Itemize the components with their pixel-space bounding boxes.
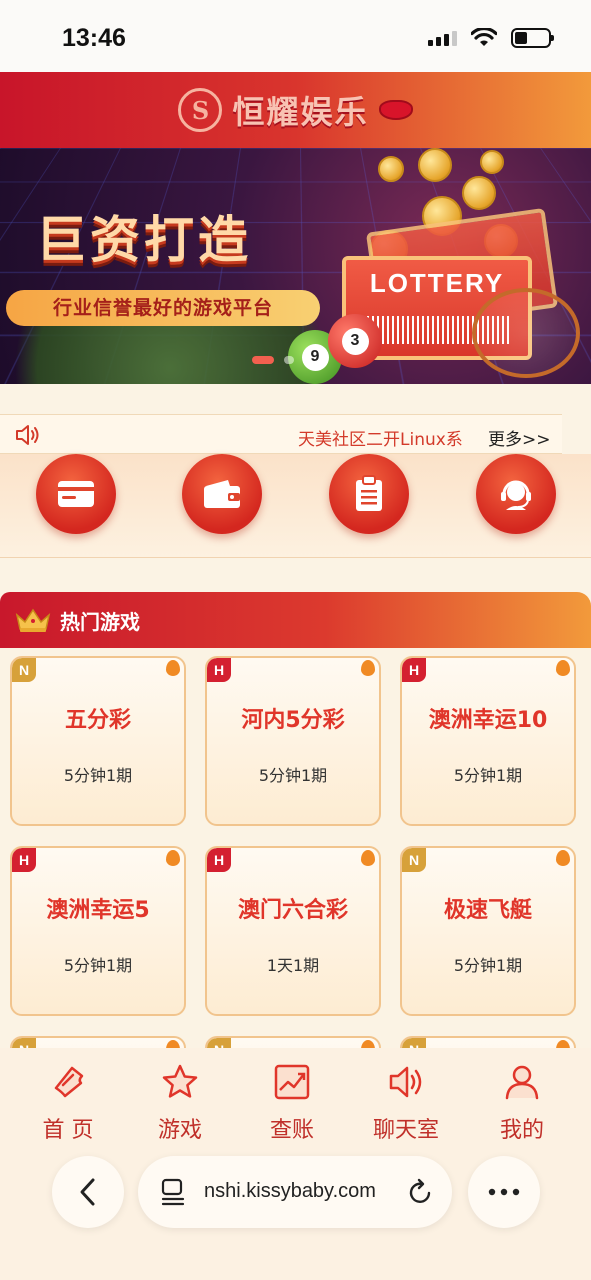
coin-icon [462,176,496,210]
hot-flame-icon [556,660,570,676]
game-name: 澳洲幸运5 [46,898,150,923]
game-card[interactable]: H 河内5分彩 5分钟1期 [205,656,381,826]
game-period: 5分钟1期 [258,766,328,785]
speaker-icon [16,425,39,445]
clipboard-icon [356,475,382,511]
wallet-icon [204,480,240,508]
notice-marquee[interactable]: 天美社区二开Linux系 更多>> [0,414,562,454]
star-icon [162,1064,198,1098]
cellular-signal-icon [428,30,457,46]
notice-more-link[interactable]: 更多>> [488,425,551,450]
notice-text: 天美社区二开Linux系 [298,430,462,450]
hot-badge: H [207,848,231,872]
nav-chatroom[interactable]: 聊天室 [356,1062,456,1144]
game-card[interactable]: N 五分彩 5分钟1期 [10,656,186,826]
url-text: nshi.kissybaby.com [204,1180,376,1202]
customer-service-button[interactable] [476,454,556,534]
browser-back-button[interactable] [52,1156,124,1228]
game-name: 澳门六合彩 [237,898,348,923]
nav-account[interactable]: 查账 [242,1062,342,1144]
game-card[interactable]: N 极速飞艇 5分钟1期 [400,846,576,1016]
page-icon [161,1178,185,1206]
hot-badge: H [402,658,426,682]
lottery-cage-icon [472,288,580,378]
hot-games-header: 热门游戏 [0,592,591,648]
hot-flame-icon [166,660,180,676]
chart-icon [274,1064,310,1100]
game-period: 5分钟1期 [63,766,133,785]
game-name: 河内5分彩 [241,708,345,733]
status-icons [428,28,554,48]
reload-icon[interactable] [408,1178,434,1206]
carousel-dots [252,356,294,364]
status-time: 13:46 [62,24,126,52]
ticket-icon [54,1066,84,1098]
game-name: 五分彩 [64,708,131,733]
coin-icon [418,148,452,182]
hot-flame-icon [361,660,375,676]
brand-name: 恒耀娱乐 [232,93,369,131]
game-name: 澳洲幸运10 [428,708,548,733]
nav-profile[interactable]: 我的 [472,1062,572,1144]
customer-service-icon [501,480,531,510]
nav-home[interactable]: 首 页 [18,1062,118,1144]
game-period: 5分钟1期 [453,956,523,975]
more-icon [488,1188,520,1196]
banner-title: 巨资打造 [36,211,252,269]
coin-icon [480,150,504,174]
card-icon [58,481,94,507]
s-coin-logo-icon: S [178,88,223,132]
quick-actions [0,454,591,558]
game-period: 5分钟1期 [453,766,523,785]
hot-flame-icon [556,850,570,866]
new-badge: N [12,658,36,682]
lottery-ball-icon: 3 [328,314,382,368]
records-button[interactable] [329,454,409,534]
hot-games-title: 热门游戏 [60,609,140,634]
app-header: S 恒耀娱乐 [0,72,591,148]
hot-badge: H [12,848,36,872]
speaker-icon [389,1066,422,1098]
game-grid: N 五分彩 5分钟1期 H 河内5分彩 5分钟1期 H 澳洲幸运10 5分钟1期… [0,648,591,1206]
deposit-button[interactable] [36,454,116,534]
new-badge: N [402,848,426,872]
hot-badge: H [207,658,231,682]
browser-address-bar[interactable]: nshi.kissybaby.com [138,1156,452,1228]
banner-subtitle: 行业信誉最好的游戏平台 [6,290,320,326]
game-period: 5分钟1期 [63,956,133,975]
status-bar: 13:46 [0,0,591,72]
wifi-icon [471,28,497,46]
game-name: 极速飞艇 [443,898,532,923]
battery-icon [511,28,554,48]
game-card[interactable]: H 澳门六合彩 1天1期 [205,846,381,1016]
crown-icon [15,608,51,632]
carousel-dot-active[interactable] [252,356,274,364]
carousel-dot[interactable] [284,356,294,364]
hot-flame-icon [361,850,375,866]
game-card[interactable]: H 澳洲幸运10 5分钟1期 [400,656,576,826]
user-icon [505,1065,539,1100]
chevron-left-icon [80,1178,95,1206]
game-card[interactable]: H 澳洲幸运5 5分钟1期 [10,846,186,1016]
coin-icon [378,156,404,182]
withdraw-button[interactable] [182,454,262,534]
game-period: 1天1期 [266,956,320,975]
hot-flame-icon [166,850,180,866]
browser-more-button[interactable] [468,1156,540,1228]
nav-games[interactable]: 游戏 [130,1062,230,1144]
lips-icon [378,100,413,120]
